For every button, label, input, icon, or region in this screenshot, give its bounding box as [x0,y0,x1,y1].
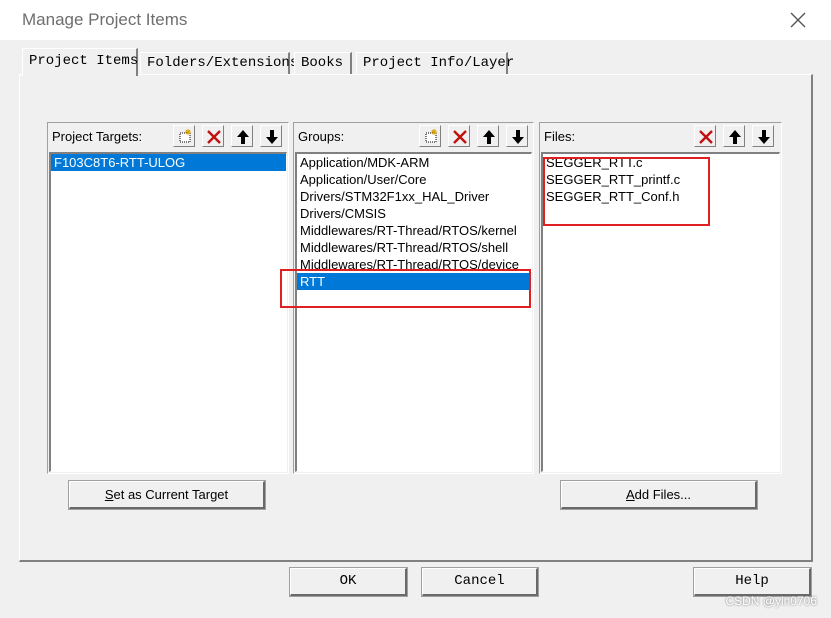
list-item-group[interactable]: Application/MDK-ARM [297,154,531,171]
button-mnemonic: S [104,487,114,502]
delete-icon [453,130,467,144]
delete-icon [699,130,713,144]
move-file-up-button[interactable] [723,125,745,147]
groups-list[interactable]: Application/MDK-ARM Application/User/Cor… [295,152,532,472]
tab-project-items[interactable]: Project Items [22,48,138,76]
targets-toolbar [173,125,285,147]
delete-icon [207,130,221,144]
arrow-down-icon [758,130,770,144]
list-item-group[interactable]: Drivers/STM32F1xx_HAL_Driver [297,188,531,205]
arrow-down-icon [512,130,524,144]
ok-button[interactable]: OK [289,567,408,597]
button-label: et as Current Target [113,487,229,502]
highlight-box-rtt-group [280,269,531,308]
watermark: CSDN @yin0706 [725,594,817,608]
new-item-icon [179,129,191,143]
new-group-button[interactable] [419,125,441,147]
set-as-current-target-button[interactable]: Set as Current Target [68,480,266,510]
list-item-group[interactable]: Middlewares/RT-Thread/RTOS/shell [297,239,531,256]
close-icon[interactable] [786,8,810,32]
files-toolbar [694,125,778,147]
move-group-down-button[interactable] [506,125,528,147]
tab-project-info-layer[interactable]: Project Info/Layer [356,52,514,74]
arrow-up-icon [237,130,249,144]
targets-header: Project Targets: [52,129,143,144]
delete-group-button[interactable] [448,125,470,147]
arrow-up-icon [483,130,495,144]
move-target-down-button[interactable] [260,125,282,147]
groups-header: Groups: [298,129,345,144]
list-item-group[interactable]: Middlewares/RT-Thread/RTOS/kernel [297,222,531,239]
delete-target-button[interactable] [202,125,224,147]
new-target-button[interactable] [173,125,195,147]
highlight-box-files [543,157,710,226]
groups-toolbar [419,125,531,147]
delete-file-button[interactable] [694,125,716,147]
tab-books[interactable]: Books [294,52,352,74]
list-item-target[interactable]: F103C8T6-RTT-ULOG [51,154,286,171]
window-title: Manage Project Items [22,10,188,29]
arrow-up-icon [729,130,741,144]
tab-folders-extensions[interactable]: Folders/Extensions [140,52,298,74]
move-target-up-button[interactable] [231,125,253,147]
button-label: dd Files... [634,487,692,502]
cancel-button[interactable]: Cancel [421,567,539,597]
files-header: Files: [544,129,576,144]
help-button[interactable]: Help [693,567,812,597]
arrow-down-icon [266,130,278,144]
list-item-group[interactable]: Drivers/CMSIS [297,205,531,222]
new-item-icon [425,129,437,143]
add-files-button[interactable]: Add Files... [560,480,758,510]
title-bar: Manage Project Items [0,0,831,40]
move-group-up-button[interactable] [477,125,499,147]
button-mnemonic: A [625,487,635,502]
list-item-group[interactable]: Application/User/Core [297,171,531,188]
targets-list[interactable]: F103C8T6-RTT-ULOG [49,152,287,472]
move-file-down-button[interactable] [752,125,774,147]
